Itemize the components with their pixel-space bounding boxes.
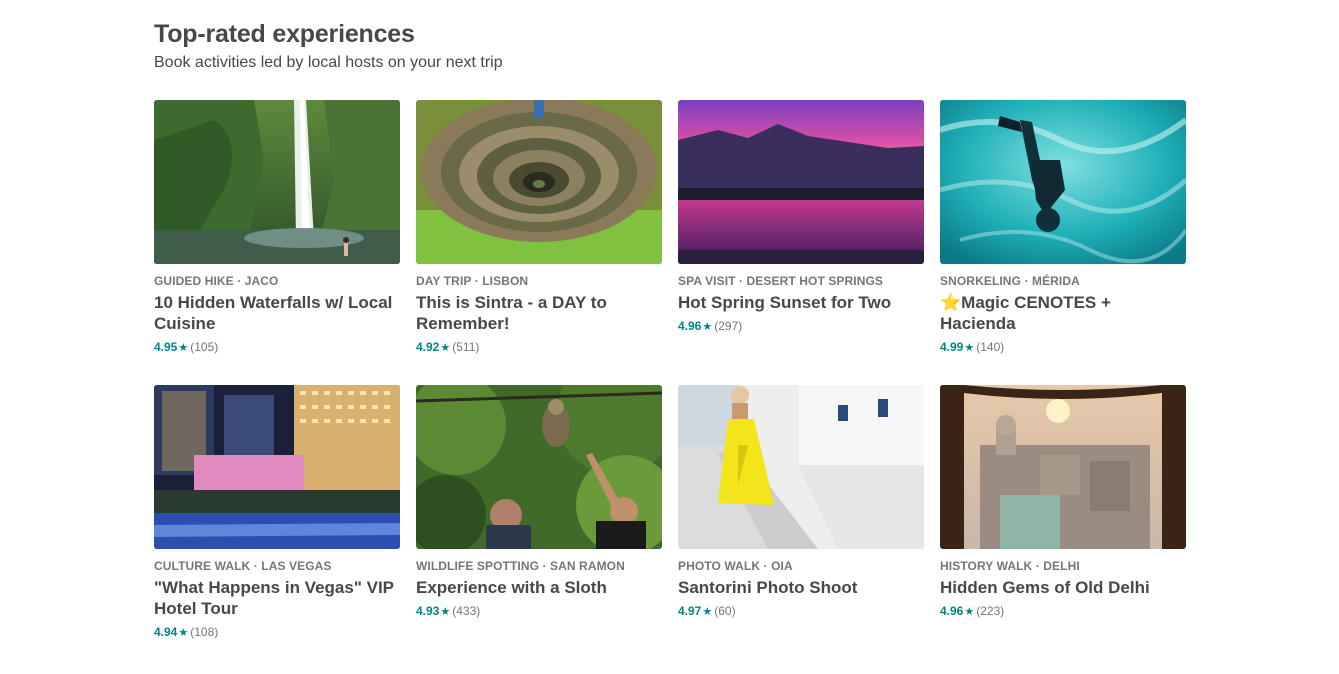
experience-rating: 4.96★ (223) [940,604,1186,619]
old-delhi-photo[interactable] [940,385,1186,549]
star-icon: ★ [178,627,189,639]
experience-card[interactable]: CULTURE WALK · LAS VEGAS "What Happens i… [154,385,400,640]
cenote-diver-photo[interactable] [940,100,1186,264]
rating-score: 4.95 [154,340,178,354]
waterfall-photo[interactable] [154,100,400,264]
experience-title[interactable]: "What Happens in Vegas" VIP Hotel Tour [154,577,400,619]
rating-score: 4.93 [416,604,440,618]
experience-category: WILDLIFE SPOTTING · SAN RAMON [416,559,625,573]
experience-card[interactable]: SPA VISIT · DESERT HOT SPRINGS Hot Sprin… [678,100,924,334]
sunset-pool-photo[interactable] [678,100,924,264]
experience-rating: 4.95★ (105) [154,340,400,355]
review-count: (223) [976,604,1005,618]
experience-title[interactable]: 10 Hidden Waterfalls w/ Local Cuisine [154,292,400,334]
experience-title[interactable]: ⭐Magic CENOTES + Hacienda [940,292,1186,334]
review-count: (60) [714,604,736,618]
experience-card[interactable]: SNORKELING · MÉRIDA ⭐Magic CENOTES + Hac… [940,100,1186,355]
rating-score: 4.96 [678,319,702,333]
vegas-night-photo[interactable] [154,385,400,549]
experience-category: DAY TRIP · LISBON [416,274,529,288]
rating-score: 4.99 [940,340,964,354]
experience-category: GUIDED HIKE · JACO [154,274,279,288]
experience-rating: 4.99★ (140) [940,340,1186,355]
experience-rating: 4.96★ (297) [678,319,924,334]
star-icon: ★ [178,342,189,354]
experience-category: PHOTO WALK · OIA [678,559,793,573]
experience-category: SNORKELING · MÉRIDA [940,274,1080,288]
star-icon: ★ [964,606,975,618]
experience-title[interactable]: Santorini Photo Shoot [678,577,924,598]
experience-category: SPA VISIT · DESERT HOT SPRINGS [678,274,884,288]
experience-title[interactable]: Experience with a Sloth [416,577,662,598]
review-count: (108) [190,625,219,639]
star-icon: ★ [702,321,713,333]
star-icon: ★ [702,606,713,618]
experience-card[interactable]: HISTORY WALK · DELHI Hidden Gems of Old … [940,385,1186,619]
experience-rating: 4.97★ (60) [678,604,924,619]
star-icon: ★ [440,342,451,354]
section-subtitle: Book activities led by local hosts on yo… [154,54,503,71]
review-count: (297) [714,319,743,333]
experience-card[interactable]: DAY TRIP · LISBON This is Sintra - a DAY… [416,100,662,355]
spiral-well-photo[interactable] [416,100,662,264]
review-count: (105) [190,340,219,354]
star-icon: ★ [440,606,451,618]
experience-title[interactable]: Hot Spring Sunset for Two [678,292,924,313]
rating-score: 4.96 [940,604,964,618]
experience-category: CULTURE WALK · LAS VEGAS [154,559,332,573]
experience-category: HISTORY WALK · DELHI [940,559,1080,573]
experience-rating: 4.94★ (108) [154,625,400,640]
experience-rating: 4.93★ (433) [416,604,662,619]
sloth-photo[interactable] [416,385,662,549]
review-count: (433) [452,604,481,618]
review-count: (511) [452,340,480,354]
experience-title[interactable]: This is Sintra - a DAY to Remember! [416,292,662,334]
santorini-photo[interactable] [678,385,924,549]
experience-card[interactable]: GUIDED HIKE · JACO 10 Hidden Waterfalls … [154,100,400,355]
experience-rating: 4.92★ (511) [416,340,662,355]
experience-card[interactable]: WILDLIFE SPOTTING · SAN RAMON Experience… [416,385,662,619]
experience-card[interactable]: PHOTO WALK · OIA Santorini Photo Shoot 4… [678,385,924,619]
section-title: Top-rated experiences [154,20,415,48]
experience-title[interactable]: Hidden Gems of Old Delhi [940,577,1186,598]
review-count: (140) [976,340,1005,354]
rating-score: 4.94 [154,625,178,639]
star-icon: ★ [964,342,975,354]
rating-score: 4.97 [678,604,702,618]
rating-score: 4.92 [416,340,440,354]
